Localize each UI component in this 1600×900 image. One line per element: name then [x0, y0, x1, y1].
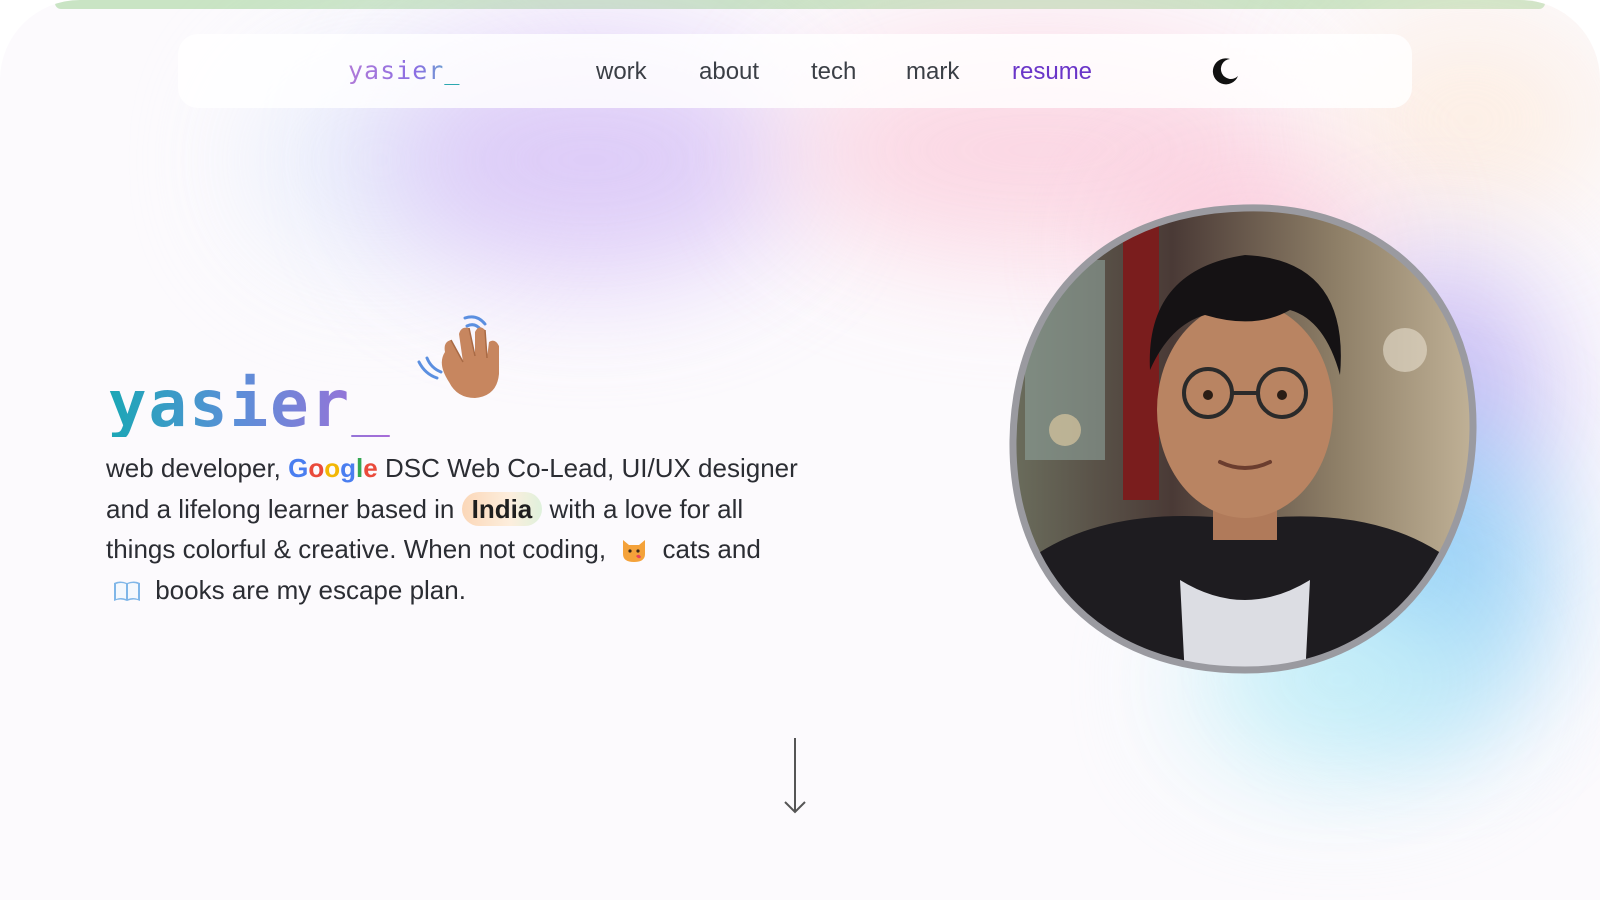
location-badge: India — [461, 491, 543, 526]
profile-photo — [1009, 204, 1477, 674]
google-letter: g — [340, 453, 357, 483]
theme-toggle-button[interactable] — [1210, 55, 1242, 87]
nav-link-about[interactable]: about — [699, 58, 759, 86]
hero-bio: web developer, Google DSC Web Co-Lead, U… — [106, 448, 806, 610]
nav-link-tech[interactable]: tech — [811, 58, 856, 86]
nav-link-resume[interactable]: resume — [1012, 58, 1092, 86]
open-book-icon — [114, 581, 140, 601]
google-word: Google — [288, 453, 378, 483]
hero-title: yasier_ — [108, 367, 392, 442]
google-letter: e — [363, 453, 378, 483]
google-letter: o — [324, 453, 341, 483]
page-frame: yasier_ work about tech mark resume yasi… — [0, 0, 1600, 900]
google-letter: o — [308, 453, 325, 483]
bio-text: books are my escape plan. — [148, 574, 466, 605]
nav-link-mark[interactable]: mark — [906, 58, 959, 86]
bio-text: web developer, — [106, 453, 289, 483]
nav-link-work[interactable]: work — [596, 58, 647, 86]
profile-avatar — [1005, 200, 1483, 678]
top-accent-bar — [55, 0, 1545, 9]
moon-icon — [1212, 58, 1238, 85]
top-navbar: yasier_ work about tech mark resume — [178, 34, 1412, 108]
scroll-down-button[interactable] — [782, 736, 808, 816]
google-letter: G — [288, 453, 309, 483]
bio-text: cats and — [655, 534, 761, 564]
cat-face-icon — [623, 540, 646, 562]
waving-hand-icon — [415, 312, 511, 402]
arrow-down-icon — [784, 738, 806, 814]
